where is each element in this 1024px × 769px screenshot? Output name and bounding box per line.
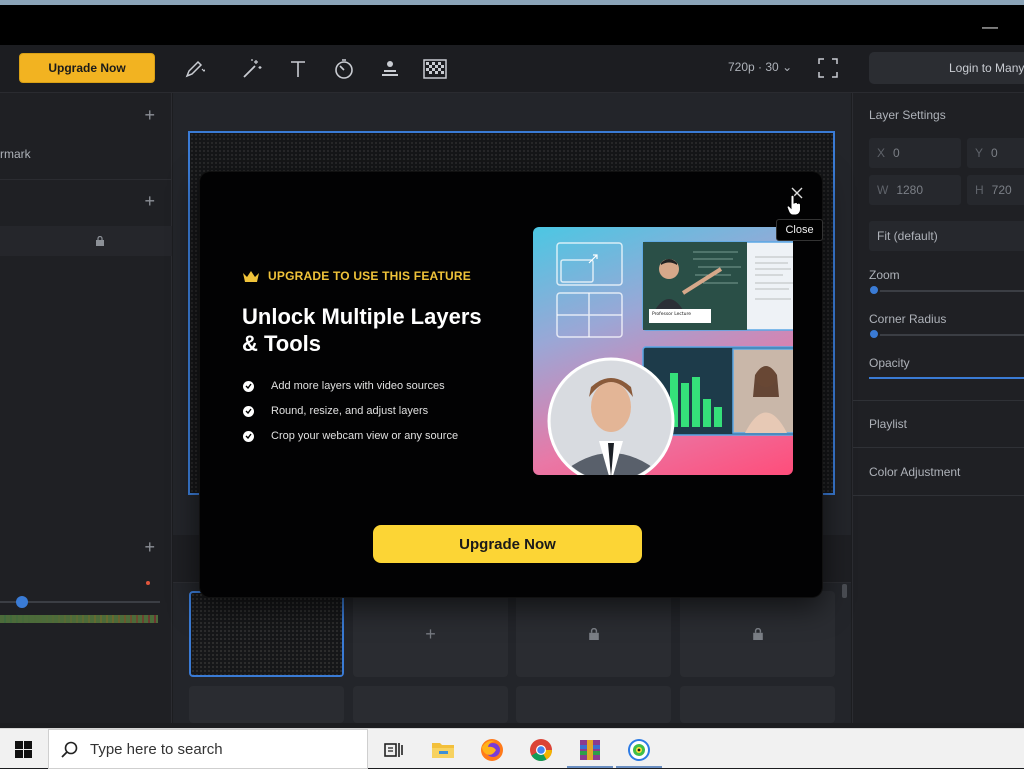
lock-icon bbox=[96, 236, 104, 246]
divider bbox=[0, 179, 172, 180]
feature-text: Add more layers with video sources bbox=[271, 380, 445, 392]
chevron-down-icon: ⌄ bbox=[782, 60, 793, 74]
feature-item: Round, resize, and adjust layers bbox=[243, 405, 428, 417]
hand-cursor-icon bbox=[786, 194, 801, 216]
search-placeholder: Type here to search bbox=[90, 740, 223, 758]
scene-thumb-1[interactable] bbox=[189, 591, 344, 677]
scene-thumb-row2[interactable] bbox=[680, 686, 835, 723]
add-plus-icon[interactable]: + bbox=[144, 105, 155, 126]
h-key: H bbox=[975, 183, 984, 197]
lower-third-icon[interactable] bbox=[378, 57, 402, 81]
scene-thumb-row2[interactable] bbox=[189, 686, 344, 723]
opacity-slider-track[interactable] bbox=[869, 377, 1024, 379]
add-plus-icon[interactable]: + bbox=[144, 191, 155, 212]
check-icon bbox=[243, 405, 254, 417]
lock-icon bbox=[588, 628, 599, 640]
zoom-label: Zoom bbox=[869, 268, 900, 282]
illustration-graphic: Professor Lecture bbox=[547, 241, 793, 475]
locked-scene[interactable] bbox=[680, 591, 835, 677]
chrome-icon[interactable] bbox=[528, 737, 554, 763]
text-tool-icon[interactable] bbox=[286, 57, 310, 81]
divider bbox=[853, 447, 1024, 448]
add-scene-button[interactable]: + bbox=[353, 591, 508, 677]
feature-text: Round, resize, and adjust layers bbox=[271, 405, 429, 417]
eyebrow-text: UPGRADE TO USE THIS FEATURE bbox=[268, 269, 471, 283]
add-plus-icon[interactable]: + bbox=[144, 537, 155, 558]
volume-slider-knob[interactable] bbox=[16, 596, 28, 608]
width-input[interactable]: W 1280 bbox=[869, 175, 961, 205]
illustration-caption: Professor Lecture bbox=[652, 311, 691, 317]
h-value: 720 bbox=[991, 183, 1012, 197]
w-key: W bbox=[877, 183, 889, 197]
eyebrow: UPGRADE TO USE THIS FEATURE bbox=[242, 269, 471, 283]
feature-illustration: Professor Lecture bbox=[533, 227, 793, 475]
locked-row[interactable] bbox=[0, 226, 172, 256]
scene-thumb-row2[interactable] bbox=[516, 686, 671, 723]
magic-wand-icon[interactable] bbox=[240, 57, 264, 81]
scrollbar-thumb[interactable] bbox=[842, 584, 847, 598]
fit-label: Fit (default) bbox=[877, 229, 938, 243]
login-button[interactable]: Login to Manycam bbox=[869, 52, 1024, 84]
login-label: Login to Manycam bbox=[949, 61, 1024, 75]
playlist-section[interactable]: Playlist bbox=[869, 417, 907, 431]
crown-icon bbox=[243, 270, 259, 282]
file-explorer-icon[interactable] bbox=[430, 737, 456, 763]
color-adjustment-section[interactable]: Color Adjustment bbox=[869, 465, 960, 479]
title-bar: — bbox=[0, 5, 1024, 45]
minimize-button[interactable]: — bbox=[982, 19, 998, 37]
layer-settings-heading: Layer Settings bbox=[869, 108, 946, 122]
check-icon bbox=[243, 430, 254, 442]
fullscreen-icon[interactable] bbox=[817, 57, 839, 79]
left-panel: + rmark + + bbox=[0, 93, 172, 723]
modal-headline: Unlock Multiple Layers & Tools bbox=[242, 304, 482, 356]
search-icon bbox=[61, 741, 78, 758]
fit-dropdown[interactable]: Fit (default) bbox=[869, 221, 1024, 251]
taskbar-search[interactable]: Type here to search bbox=[48, 729, 368, 769]
x-value: 0 bbox=[893, 146, 900, 160]
audio-dot bbox=[146, 581, 150, 585]
w-value: 1280 bbox=[896, 183, 924, 197]
feature-text: Crop your webcam view or any source bbox=[271, 430, 459, 442]
layer-settings-panel: Layer Settings X0 Y0 W 1280 H 720 Fit (def… bbox=[852, 93, 1024, 723]
corner-radius-slider-knob[interactable] bbox=[868, 328, 880, 340]
windows-start-icon[interactable] bbox=[15, 741, 32, 758]
pen-tool-icon[interactable] bbox=[182, 57, 206, 81]
upgrade-modal: UPGRADE TO USE THIS FEATURE Unlock Multi… bbox=[200, 172, 823, 597]
chroma-key-icon[interactable] bbox=[423, 57, 447, 81]
timer-icon[interactable] bbox=[332, 57, 356, 81]
task-view-icon[interactable] bbox=[380, 737, 406, 763]
y-key: Y bbox=[975, 146, 984, 160]
upgrade-now-button[interactable]: Upgrade Now bbox=[19, 53, 155, 83]
opacity-label: Opacity bbox=[869, 356, 910, 370]
locked-scene[interactable] bbox=[516, 591, 671, 677]
main-toolbar: Upgrade Now 720p · 30 ⌄ Login to Manycam bbox=[0, 45, 1024, 93]
height-input[interactable]: H 720 bbox=[967, 175, 1024, 205]
y-value: 0 bbox=[991, 146, 998, 160]
corner-radius-label: Corner Radius bbox=[869, 312, 947, 326]
lock-icon bbox=[752, 628, 763, 640]
feature-item: Crop your webcam view or any source bbox=[243, 430, 458, 442]
resolution-label: 720p · 30 bbox=[728, 60, 779, 74]
feature-item: Add more layers with video sources bbox=[243, 380, 445, 392]
upgrade-now-cta[interactable]: Upgrade Now bbox=[373, 525, 642, 563]
add-plus-icon: + bbox=[425, 623, 436, 644]
scene-thumb-row2[interactable] bbox=[353, 686, 508, 723]
y-position-input[interactable]: Y0 bbox=[967, 138, 1024, 168]
resolution-selector[interactable]: 720p · 30 ⌄ bbox=[728, 60, 792, 74]
firefox-icon[interactable] bbox=[479, 737, 505, 763]
divider bbox=[853, 400, 1024, 401]
corner-radius-slider-track[interactable] bbox=[875, 334, 1024, 336]
manycam-icon[interactable] bbox=[626, 737, 652, 763]
audio-level-meter bbox=[0, 615, 158, 623]
x-position-input[interactable]: X0 bbox=[869, 138, 961, 168]
windows-taskbar: Type here to search bbox=[0, 728, 1024, 769]
check-icon bbox=[243, 380, 254, 392]
zoom-slider-knob[interactable] bbox=[868, 284, 880, 296]
close-tooltip: Close bbox=[776, 219, 823, 241]
watermark-item[interactable]: rmark bbox=[0, 147, 31, 161]
zoom-slider-track[interactable] bbox=[875, 290, 1024, 292]
divider bbox=[853, 495, 1024, 496]
x-key: X bbox=[877, 146, 886, 160]
winrar-icon[interactable] bbox=[577, 737, 603, 763]
